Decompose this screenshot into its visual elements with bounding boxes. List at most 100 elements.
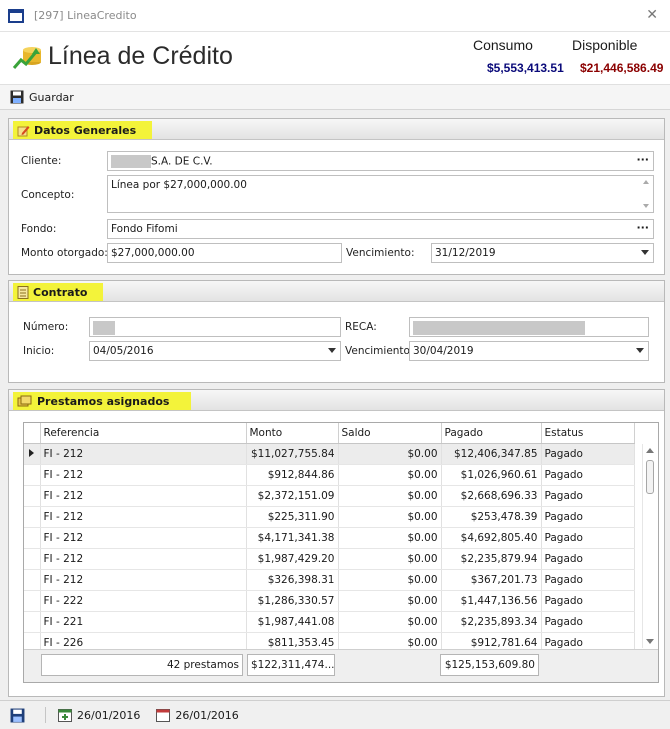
scroll-thumb[interactable] [646,460,654,494]
column-header-monto[interactable]: Monto [246,423,339,444]
reca-field[interactable] [409,317,649,337]
vencimiento-select[interactable]: 31/12/2019 [431,243,654,263]
cell-referencia[interactable]: FI - 212 [40,527,247,549]
cell-pagado[interactable]: $367,201.73 [441,569,542,591]
cell-estatus[interactable]: Pagado [541,569,635,591]
close-icon[interactable]: ✕ [646,7,658,23]
cell-referencia[interactable]: FI - 212 [40,569,247,591]
cell-referencia[interactable]: FI - 222 [40,590,247,612]
table-row[interactable]: FI - 212 $912,844.86 $0.00 $1,026,960.61 Pag… [24,464,635,486]
scroll-up-arrow-icon[interactable] [646,448,654,453]
column-header-pagado[interactable]: Pagado [441,423,542,444]
column-header-referencia[interactable]: Referencia [40,423,247,444]
chevron-down-icon[interactable] [636,348,644,353]
cell-monto[interactable]: $1,987,429.20 [246,548,339,570]
cell-referencia[interactable]: FI - 212 [40,506,247,528]
cell-monto[interactable]: $326,398.31 [246,569,339,591]
concepto-scrollbar[interactable] [642,178,651,210]
row-indicator[interactable] [24,611,41,633]
row-indicator[interactable] [24,569,41,591]
cell-referencia[interactable]: FI - 212 [40,548,247,570]
inicio-select[interactable]: 04/05/2016 [89,341,341,361]
cell-estatus[interactable]: Pagado [541,527,635,549]
cell-pagado[interactable]: $2,235,879.94 [441,548,542,570]
concepto-textarea[interactable]: Línea por $27,000,000.00 [107,175,654,213]
cell-estatus[interactable]: Pagado [541,548,635,570]
cell-saldo[interactable]: $0.00 [338,590,442,612]
table-row[interactable]: FI - 212 $326,398.31 $0.00 $367,201.73 Pagad… [24,569,635,591]
prestamos-table-body: FI - 212 $11,027,755.84 $0.00 $12,406,347.8… [24,443,635,654]
table-row[interactable]: FI - 212 $2,372,151.09 $0.00 $2,668,696.33 P… [24,485,635,507]
cell-saldo[interactable]: $0.00 [338,569,442,591]
cell-monto[interactable]: $225,311.90 [246,506,339,528]
table-row[interactable]: FI - 212 $1,987,429.20 $0.00 $2,235,879.94 P… [24,548,635,570]
cell-referencia[interactable]: FI - 221 [40,611,247,633]
table-row[interactable]: FI - 221 $1,987,441.08 $0.00 $2,235,893.34 P… [24,611,635,633]
page-title: Línea de Crédito [48,42,233,70]
row-indicator[interactable] [24,527,41,549]
contrato-vencimiento-label: Vencimiento: [345,345,414,357]
cell-referencia[interactable]: FI - 212 [40,443,247,465]
chevron-down-icon[interactable] [641,250,649,255]
cell-pagado[interactable]: $1,026,960.61 [441,464,542,486]
document-icon [17,285,29,299]
cell-pagado[interactable]: $12,406,347.85 [441,443,542,465]
scroll-down-arrow-icon[interactable] [646,639,654,644]
cell-saldo[interactable]: $0.00 [338,548,442,570]
chevron-down-icon[interactable] [328,348,336,353]
cell-saldo[interactable]: $0.00 [338,464,442,486]
cell-monto[interactable]: $11,027,755.84 [246,443,339,465]
cell-pagado[interactable]: $1,447,136.56 [441,590,542,612]
cell-saldo[interactable]: $0.00 [338,506,442,528]
floppy-disk-icon [10,708,25,722]
cell-monto[interactable]: $1,286,330.57 [246,590,339,612]
redacted-block [93,321,115,335]
row-indicator[interactable] [24,485,41,507]
contrato-title-highlight: Contrato [13,283,104,301]
table-row[interactable]: FI - 212 $225,311.90 $0.00 $253,478.39 Pagad… [24,506,635,528]
cell-saldo[interactable]: $0.00 [338,443,442,465]
cell-estatus[interactable]: Pagado [541,590,635,612]
monto-otorgado-field[interactable]: $27,000,000.00 [107,243,342,263]
fondo-field[interactable]: Fondo Fifomi ··· [107,219,654,239]
cell-referencia[interactable]: FI - 212 [40,485,247,507]
cell-estatus[interactable]: Pagado [541,506,635,528]
numero-field[interactable] [89,317,341,337]
table-row[interactable]: FI - 212 $4,171,341.38 $0.00 $4,692,805.40 P… [24,527,635,549]
cell-estatus[interactable]: Pagado [541,464,635,486]
table-row[interactable]: FI - 212 $11,027,755.84 $0.00 $12,406,347.8… [24,443,635,465]
concepto-label: Concepto: [21,189,75,201]
save-button[interactable]: Guardar [10,90,74,104]
fondo-browse-button[interactable]: ··· [636,221,649,234]
cell-pagado[interactable]: $2,668,696.33 [441,485,542,507]
cliente-browse-button[interactable]: ··· [636,153,649,166]
cell-pagado[interactable]: $253,478.39 [441,506,542,528]
column-header-estatus[interactable]: Estatus [541,423,635,444]
row-indicator[interactable] [24,464,41,486]
row-indicator[interactable] [24,443,41,465]
cell-estatus[interactable]: Pagado [541,485,635,507]
datos-generales-title: Datos Generales [34,123,137,137]
grid-vertical-scrollbar[interactable] [642,444,658,648]
contrato-vencimiento-select[interactable]: 30/04/2019 [409,341,649,361]
row-indicator[interactable] [24,506,41,528]
cell-estatus[interactable]: Pagado [541,611,635,633]
cell-pagado[interactable]: $2,235,893.34 [441,611,542,633]
cliente-field[interactable]: S.A. DE C.V. ··· [107,151,654,171]
cell-monto[interactable]: $1,987,441.08 [246,611,339,633]
cell-monto[interactable]: $4,171,341.38 [246,527,339,549]
cell-saldo[interactable]: $0.00 [338,527,442,549]
table-row[interactable]: FI - 222 $1,286,330.57 $0.00 $1,447,136.56 P… [24,590,635,612]
cell-monto[interactable]: $2,372,151.09 [246,485,339,507]
cell-estatus[interactable]: Pagado [541,443,635,465]
cell-referencia[interactable]: FI - 212 [40,464,247,486]
cell-saldo[interactable]: $0.00 [338,611,442,633]
column-header-saldo[interactable]: Saldo [338,423,442,444]
row-indicator[interactable] [24,590,41,612]
row-indicator[interactable] [24,548,41,570]
cell-saldo[interactable]: $0.00 [338,485,442,507]
cell-pagado[interactable]: $4,692,805.40 [441,527,542,549]
contrato-header: Contrato [9,281,664,302]
status-save-button[interactable] [10,708,25,723]
cell-monto[interactable]: $912,844.86 [246,464,339,486]
